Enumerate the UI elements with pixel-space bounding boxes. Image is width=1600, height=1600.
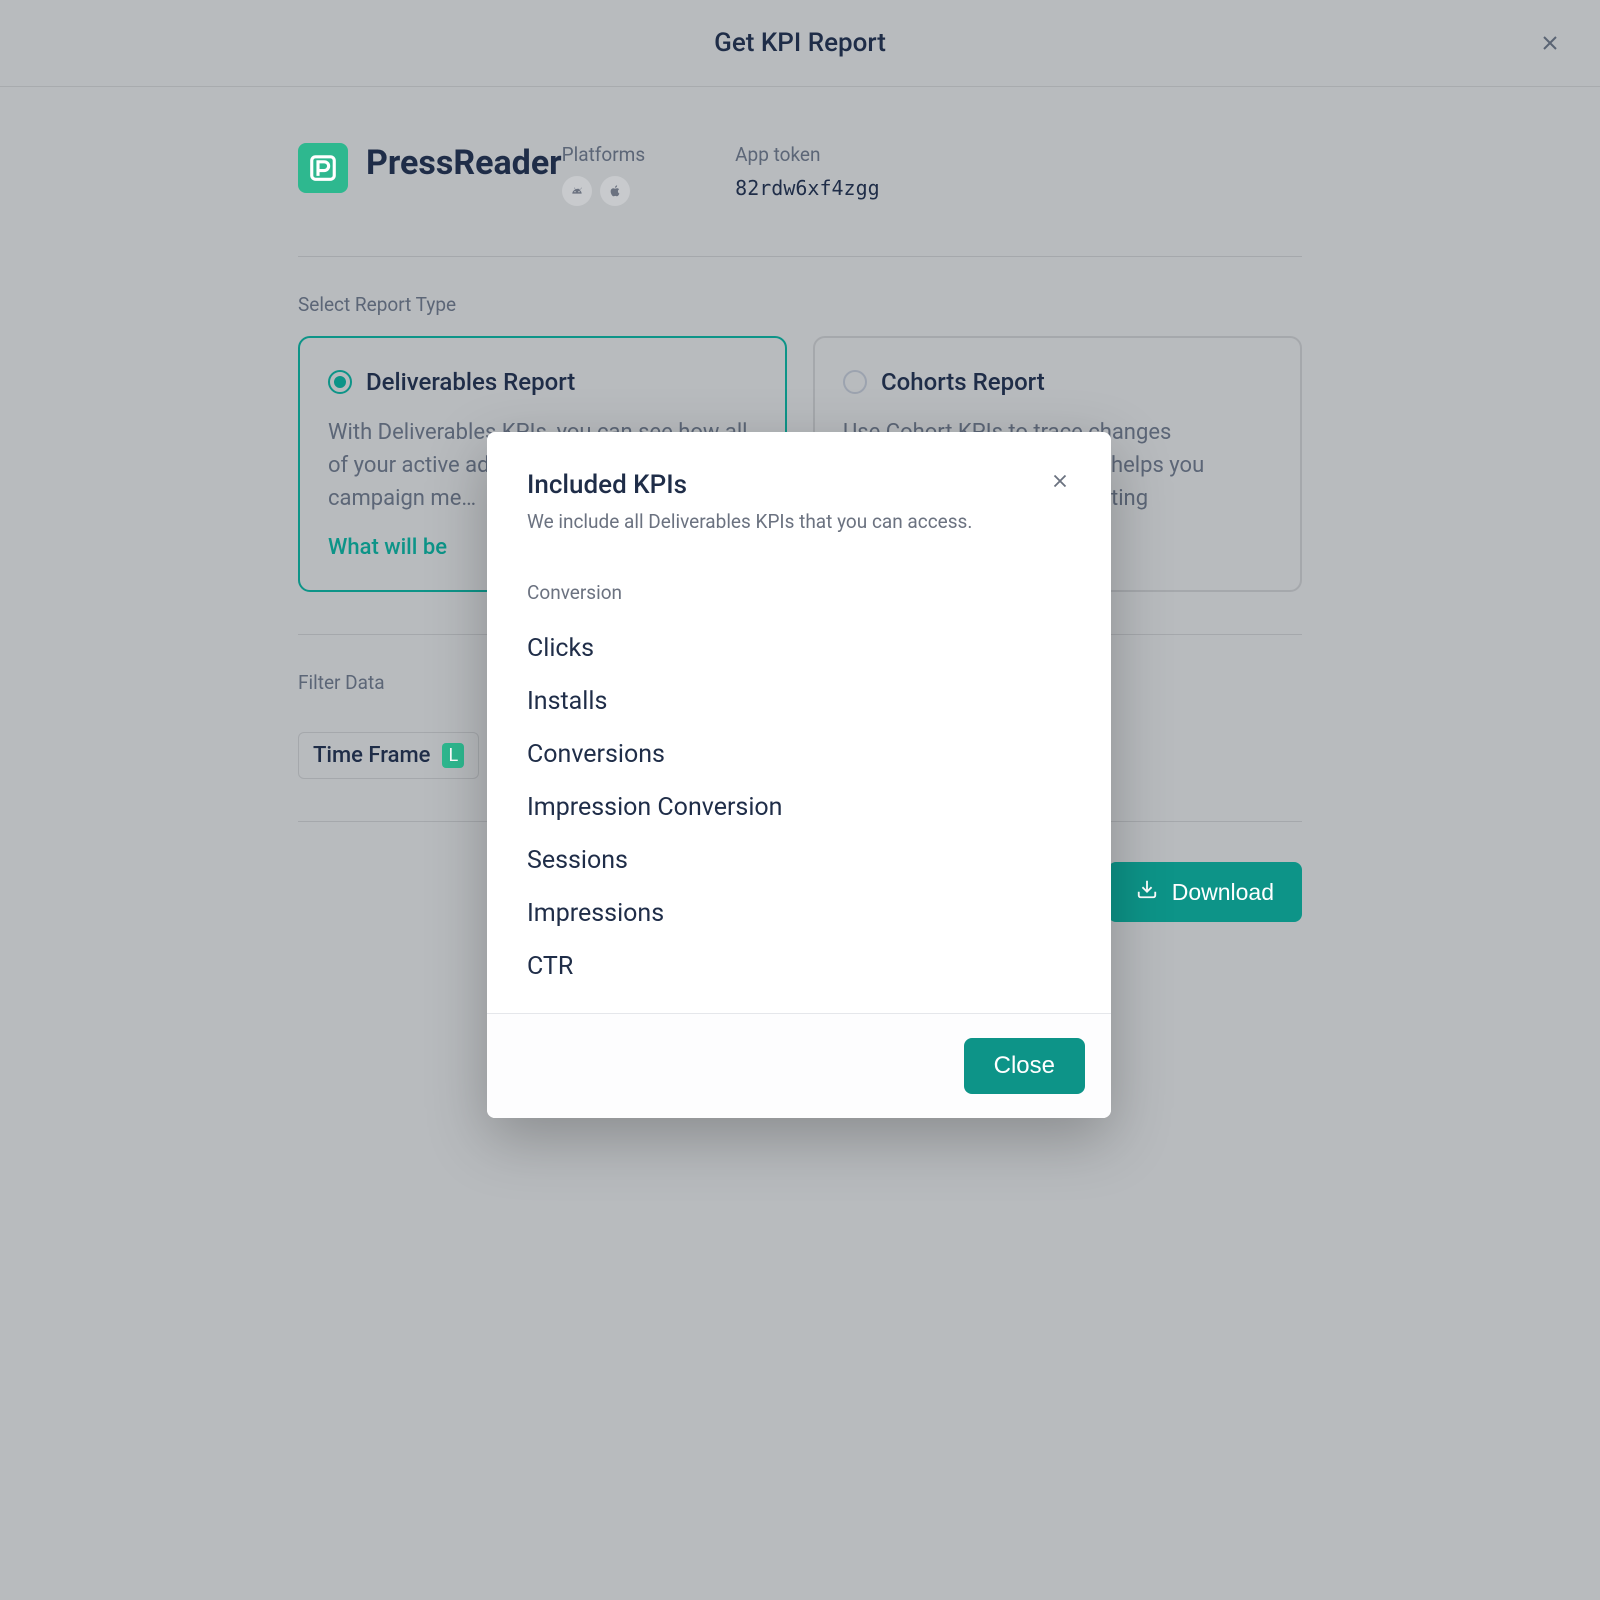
kpi-item: Impressions [527,887,1071,940]
close-button[interactable]: Close [964,1038,1085,1094]
popup-header: Included KPIs [487,432,1111,510]
popup-title: Included KPIs [527,470,687,500]
timeframe-filter[interactable]: Time Frame L [298,732,479,779]
apple-icon [600,176,630,206]
timeframe-label: Time Frame [313,743,430,768]
card-head: Deliverables Report [328,368,757,396]
token-value: 82rdw6xf4zgg [735,176,880,200]
popup-body[interactable]: Conversion Clicks Installs Conversions I… [487,553,1111,1013]
cohorts-title: Cohorts Report [881,368,1045,396]
app-logo-icon [298,143,348,193]
kpi-item: Conversions [527,728,1071,781]
close-icon[interactable] [1049,470,1071,492]
kpi-item: Installs [527,675,1071,728]
app-meta: Platforms App token 82rdw6xf4zgg [562,143,880,206]
kpi-item: Clicks [527,622,1071,675]
popup-subtitle: We include all Deliverables KPIs that yo… [487,510,1111,553]
download-label: Download [1172,879,1274,906]
platforms-label: Platforms [562,143,646,166]
included-kpis-popup: Included KPIs We include all Deliverable… [487,432,1111,1118]
group-conversion: Conversion [527,581,1071,604]
timeframe-tag: L [442,743,464,768]
panel-title: Get KPI Report [714,28,886,58]
token-label: App token [735,143,880,166]
report-type-label: Select Report Type [298,293,1302,316]
deliverables-title: Deliverables Report [366,368,575,396]
download-button[interactable]: Download [1108,862,1302,922]
close-icon[interactable] [1538,31,1562,55]
panel-header: Get KPI Report [0,0,1600,87]
kpi-item: Impression Conversion [527,781,1071,834]
platforms-block: Platforms [562,143,646,206]
radio-deliverables[interactable] [328,370,352,394]
radio-cohorts[interactable] [843,370,867,394]
kpi-item: CTR [527,940,1071,993]
popup-footer: Close [487,1013,1111,1118]
platform-icons [562,176,646,206]
kpi-item: Sessions [527,834,1071,887]
android-icon [562,176,592,206]
app-name: PressReader [366,143,562,183]
card-head: Cohorts Report [843,368,1272,396]
token-block: App token 82rdw6xf4zgg [735,143,880,206]
download-icon [1136,878,1158,906]
app-header-row: PressReader Platforms App token [298,143,1302,257]
